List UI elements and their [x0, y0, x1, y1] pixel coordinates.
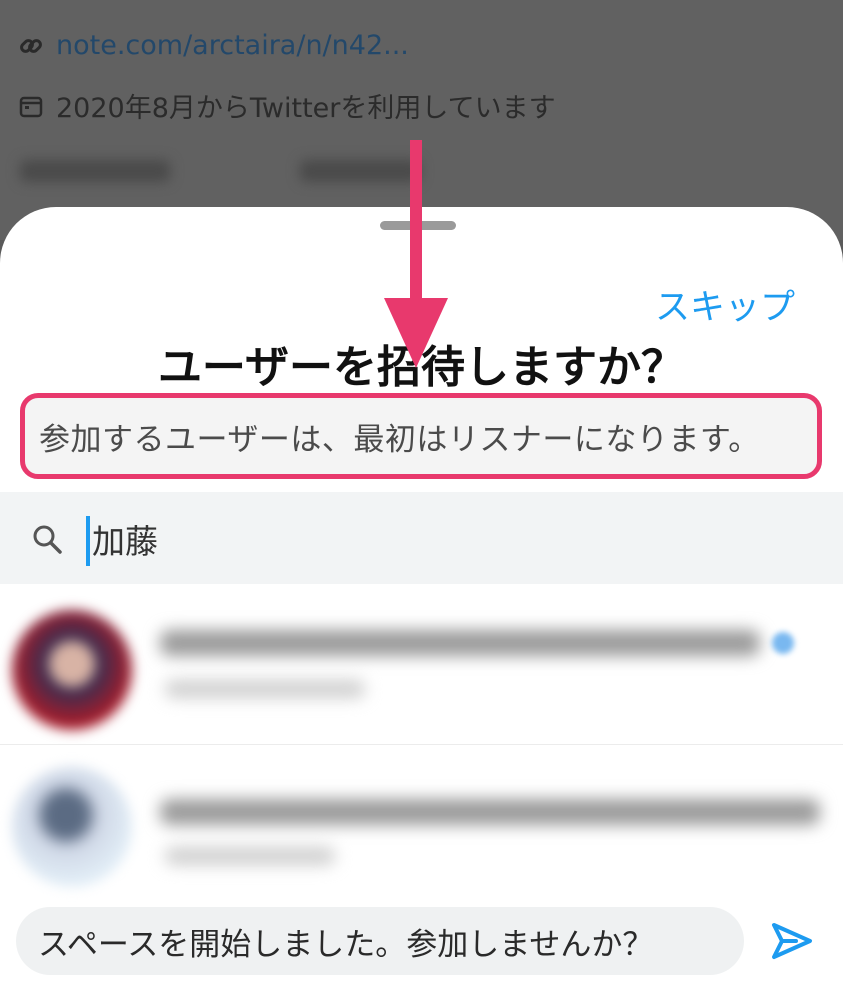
user-result-row[interactable] [0, 602, 843, 742]
avatar [12, 767, 132, 887]
search-icon [32, 524, 62, 554]
list-divider [0, 744, 843, 745]
annotation-arrow-icon [384, 140, 448, 368]
sheet-subtitle: 参加するユーザーは、最初はリスナーになります。 [39, 421, 760, 458]
blurred-user-handle [165, 680, 365, 698]
blurred-user-name [160, 630, 760, 656]
text-caret [86, 516, 90, 566]
link-icon [18, 33, 44, 59]
user-result-row[interactable] [0, 747, 843, 887]
send-icon[interactable] [770, 921, 814, 961]
search-input[interactable] [92, 512, 692, 566]
skip-button[interactable]: スキップ [655, 279, 795, 330]
blurred-user-name [160, 799, 820, 825]
blurred-user-handle [165, 847, 335, 865]
profile-joined-text: 2020年8月からTwitterを利用しています [56, 93, 556, 124]
highlighted-subtitle-box: 参加するユーザーは、最初はリスナーになります。 [20, 393, 822, 479]
profile-joined-row: 2020年8月からTwitterを利用しています [18, 86, 556, 125]
calendar-icon [18, 93, 44, 119]
avatar [12, 610, 132, 730]
verified-badge-icon [772, 632, 794, 654]
user-search-bar[interactable] [0, 492, 843, 584]
share-message-bar: スペースを開始しました。参加しませんか？ [0, 907, 843, 982]
share-message-input[interactable]: スペースを開始しました。参加しませんか？ [16, 907, 744, 975]
share-message-text: スペースを開始しました。参加しませんか？ [38, 926, 654, 963]
profile-link-row: note.com/arctaira/n/n42... [18, 30, 409, 61]
profile-link-text: note.com/arctaira/n/n42... [56, 30, 409, 61]
